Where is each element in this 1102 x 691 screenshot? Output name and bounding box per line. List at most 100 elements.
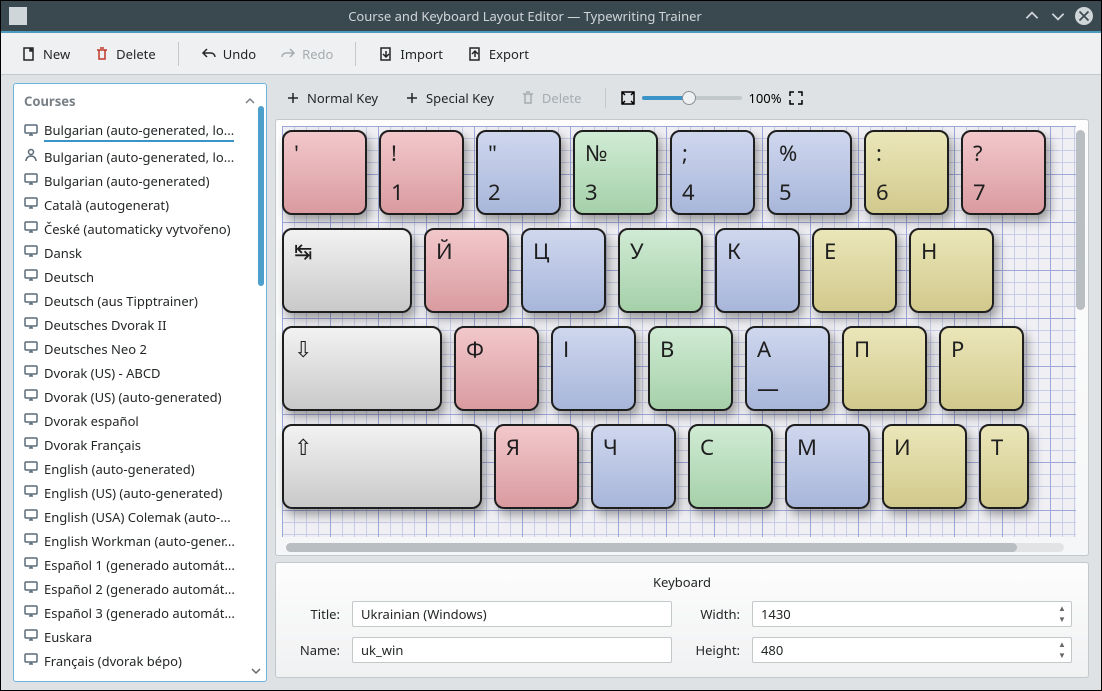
keyboard-key[interactable]: В [648, 326, 733, 411]
keyboard-key[interactable]: ⇩ [282, 326, 442, 411]
course-item[interactable]: Bulgarian (auto-generated) [20, 169, 264, 193]
new-button[interactable]: New [11, 41, 80, 67]
course-item[interactable]: Dvorak español [20, 409, 264, 433]
keyboard-vscrollbar[interactable] [1076, 130, 1085, 310]
keyboard-key[interactable]: Ц [521, 228, 606, 313]
course-item[interactable]: Français (dvorak bépo) [20, 649, 264, 673]
course-item-label: Français (dvorak bépo) [44, 652, 182, 670]
keyboard-key[interactable]: ' [282, 130, 367, 215]
keyboard-key[interactable]: Н [909, 228, 994, 313]
keyboard-key[interactable]: ↹ [282, 228, 412, 313]
course-item[interactable]: Deutsches Neo 2 [20, 337, 264, 361]
key-top-label: М [797, 432, 817, 462]
monitor-icon [24, 532, 38, 550]
course-item[interactable]: Dvorak Français [20, 433, 264, 457]
keyboard-key[interactable]: К [715, 228, 800, 313]
keyboard-view[interactable]: '!1"2№3;4%5:6?7↹ЙЦУКЕН⇩ФІВА—ПР⇧ЯЧСМИТ [275, 119, 1089, 556]
courses-header[interactable]: Courses [14, 84, 266, 118]
keyboard-key[interactable]: Т [979, 424, 1029, 509]
maximize-button[interactable] [1049, 7, 1067, 25]
sidebar-scrollbar[interactable] [258, 106, 264, 286]
add-special-key-button[interactable]: Special Key [394, 85, 504, 111]
keyboard-key[interactable]: І [551, 326, 636, 411]
key-top-label: ⇧ [294, 432, 312, 462]
keyboard-key[interactable]: М [785, 424, 870, 509]
course-item-label: English (US) (auto-generated) [44, 484, 222, 502]
plus-icon [285, 90, 301, 106]
height-field[interactable] [752, 637, 1072, 663]
course-item[interactable]: Euskara [20, 625, 264, 649]
course-item[interactable]: Español 1 (generado automát... [20, 553, 264, 577]
key-top-label: С [700, 432, 714, 462]
keyboard-key[interactable]: №3 [573, 130, 658, 215]
keyboard-key[interactable]: "2 [476, 130, 561, 215]
keyboard-hscrollbar[interactable] [286, 543, 1064, 552]
key-bottom-label: 4 [682, 177, 695, 207]
special-key-label: Special Key [426, 89, 494, 107]
monitor-icon [24, 292, 38, 310]
course-item[interactable]: Dvorak (US) - ABCD [20, 361, 264, 385]
course-item[interactable]: English (US) (auto-generated) [20, 481, 264, 505]
zoom-percent: 100% [748, 89, 781, 107]
title-field[interactable] [352, 601, 672, 627]
course-item[interactable]: English (USA) Colemak (auto-... [20, 505, 264, 529]
course-list[interactable]: Bulgarian (auto-generated, lo...Bulgaria… [14, 118, 266, 681]
course-item[interactable]: Català (autogenerat) [20, 193, 264, 217]
fullscreen-icon[interactable] [788, 90, 804, 106]
key-top-label: Й [436, 236, 453, 266]
course-item[interactable]: České (automaticky vytvořeno) [20, 217, 264, 241]
course-item[interactable]: English Workman (auto-gener... [20, 529, 264, 553]
keyboard-key[interactable]: С [688, 424, 773, 509]
course-item[interactable]: Dvorak (US) (auto-generated) [20, 385, 264, 409]
monitor-icon [24, 484, 38, 502]
separator [178, 42, 179, 66]
keyboard-key[interactable]: П [842, 326, 927, 411]
key-top-label: Ц [533, 236, 549, 266]
key-top-label: : [876, 138, 882, 168]
course-item[interactable]: Deutsch (aus Tipptrainer) [20, 289, 264, 313]
height-label: Height: [684, 641, 740, 659]
delete-button[interactable]: Delete [84, 41, 166, 67]
keyboard-key[interactable]: Й [424, 228, 509, 313]
export-button[interactable]: Export [457, 41, 539, 67]
keyboard-key[interactable]: Я [494, 424, 579, 509]
keyboard-key[interactable]: Р [939, 326, 1024, 411]
course-item[interactable]: Bulgarian (auto-generated, lo... [20, 118, 264, 145]
course-item[interactable]: English (auto-generated) [20, 457, 264, 481]
course-item[interactable]: Bulgarian (auto-generated, lo... [20, 145, 264, 169]
import-button[interactable]: Import [368, 41, 452, 67]
course-item[interactable]: Dansk [20, 241, 264, 265]
keyboard-key[interactable]: %5 [767, 130, 852, 215]
fit-icon[interactable] [620, 90, 636, 106]
course-item[interactable]: Español 2 (generado automát... [20, 577, 264, 601]
chevron-down-icon[interactable] [250, 665, 262, 677]
keyboard-key[interactable]: А— [745, 326, 830, 411]
monitor-icon [24, 460, 38, 478]
key-bottom-label: 7 [973, 177, 986, 207]
width-field[interactable] [752, 601, 1072, 627]
keyboard-key[interactable]: У [618, 228, 703, 313]
course-item-label: Bulgarian (auto-generated, lo... [44, 121, 234, 142]
course-item[interactable]: Deutsch [20, 265, 264, 289]
minimize-button[interactable] [1023, 7, 1041, 25]
keyboard-key[interactable]: Ф [454, 326, 539, 411]
keyboard-key[interactable]: !1 [379, 130, 464, 215]
key-top-label: ↹ [294, 236, 312, 266]
course-item[interactable]: Español 3 (generado automát... [20, 601, 264, 625]
name-field[interactable] [352, 637, 672, 663]
keyboard-key[interactable]: ;4 [670, 130, 755, 215]
keyboard-key[interactable]: ⇧ [282, 424, 482, 509]
course-item[interactable]: Deutsches Dvorak II [20, 313, 264, 337]
add-normal-key-button[interactable]: Normal Key [275, 85, 388, 111]
close-button[interactable] [1075, 7, 1093, 25]
zoom-slider[interactable] [642, 96, 742, 100]
keyboard-key[interactable]: Е [812, 228, 897, 313]
keyboard-key[interactable]: И [882, 424, 967, 509]
keyboard-key[interactable]: ?7 [961, 130, 1046, 215]
keyboard-key[interactable]: Ч [591, 424, 676, 509]
keyboard-key[interactable]: :6 [864, 130, 949, 215]
undo-button[interactable]: Undo [191, 41, 266, 67]
course-item-label: Dvorak (US) - ABCD [44, 364, 161, 382]
key-top-label: ; [682, 138, 688, 168]
key-top-label: Е [824, 236, 836, 266]
